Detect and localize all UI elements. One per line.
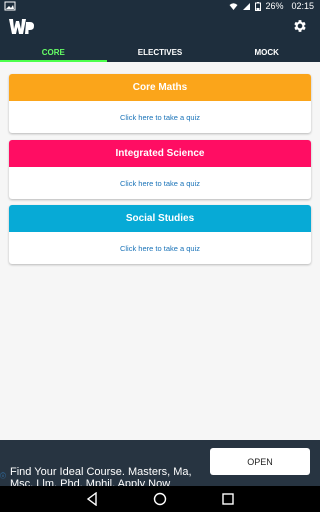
take-quiz-link[interactable]: Click here to take a quiz bbox=[9, 101, 311, 133]
image-notification-icon bbox=[4, 1, 16, 11]
recents-icon[interactable] bbox=[221, 492, 235, 506]
ad-text: Find Your Ideal Course. Masters, Ma, Msc… bbox=[10, 466, 200, 486]
card-title: Social Studies bbox=[9, 205, 311, 232]
tab-electives[interactable]: ELECTIVES bbox=[107, 42, 214, 62]
settings-gear-icon[interactable] bbox=[292, 18, 308, 34]
ad-banner[interactable]: ⓘ Find Your Ideal Course. Masters, Ma, M… bbox=[0, 440, 320, 486]
card-title: Integrated Science bbox=[9, 140, 311, 167]
card-title: Core Maths bbox=[9, 74, 311, 101]
subject-list: Core Maths Click here to take a quiz Int… bbox=[0, 62, 320, 440]
take-quiz-link[interactable]: Click here to take a quiz bbox=[9, 232, 311, 264]
ad-headline: Find Your Ideal Course. Masters, Ma, bbox=[10, 466, 192, 478]
card-social-studies[interactable]: Social Studies Click here to take a quiz bbox=[9, 205, 311, 264]
tab-mock[interactable]: MOCK bbox=[213, 42, 320, 62]
app-bar bbox=[0, 12, 320, 42]
clock: 02:15 bbox=[291, 1, 314, 11]
tab-core[interactable]: CORE bbox=[0, 42, 107, 62]
card-core-maths[interactable]: Core Maths Click here to take a quiz bbox=[9, 74, 311, 133]
take-quiz-link[interactable]: Click here to take a quiz bbox=[9, 167, 311, 199]
ad-open-button[interactable]: OPEN bbox=[210, 448, 310, 475]
card-integrated-science[interactable]: Integrated Science Click here to take a … bbox=[9, 140, 311, 199]
tab-bar: CORE ELECTIVES MOCK bbox=[0, 42, 320, 62]
app-logo-icon[interactable] bbox=[8, 17, 34, 37]
ad-subline: Msc, Llm, Phd, Mphil, Apply Now bbox=[10, 478, 171, 486]
battery-percent: 26% bbox=[265, 1, 284, 11]
wifi-icon bbox=[229, 2, 238, 10]
navigation-bar bbox=[0, 486, 320, 512]
battery-icon bbox=[255, 1, 262, 11]
back-icon[interactable] bbox=[85, 492, 99, 506]
home-icon[interactable] bbox=[153, 492, 167, 506]
ad-info-icon[interactable]: ⓘ bbox=[0, 471, 6, 480]
status-bar: 26% 02:15 bbox=[0, 0, 320, 12]
signal-icon bbox=[243, 2, 251, 10]
